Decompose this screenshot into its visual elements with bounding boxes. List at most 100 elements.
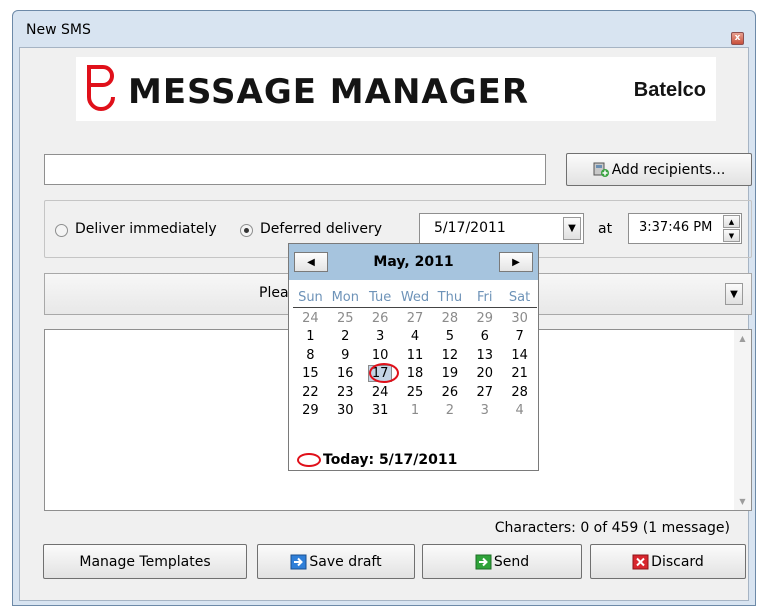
calendar-day[interactable]: 28: [502, 384, 537, 403]
day-of-week: Sun: [298, 290, 323, 305]
send-icon: [475, 554, 492, 569]
calendar-day[interactable]: 13: [467, 347, 502, 366]
deliver-immediately-radio[interactable]: [55, 224, 68, 237]
calendar-day[interactable]: 3: [363, 328, 398, 347]
week-row: 15 16 17 18 19 20 21: [293, 363, 537, 384]
calendar-day[interactable]: 20: [467, 365, 502, 384]
calendar-day[interactable]: 7: [502, 328, 537, 347]
brand-name: Batelco: [633, 79, 706, 101]
day-of-week: Tue: [369, 290, 392, 305]
today-link[interactable]: Today: 5/17/2011: [323, 452, 457, 468]
calendar-day[interactable]: 1: [293, 328, 328, 347]
calendar-day[interactable]: 30: [328, 402, 363, 421]
calendar-day[interactable]: 27: [467, 384, 502, 403]
week-row: 22 23 24 25 26 27 28: [293, 384, 537, 403]
calendar-day-selected[interactable]: 17: [363, 363, 399, 384]
calendar-day[interactable]: 2: [432, 402, 467, 421]
deferred-delivery-label: Deferred delivery: [260, 221, 383, 237]
deliver-immediately-label: Deliver immediately: [75, 221, 217, 237]
day-of-week: Fri: [476, 290, 493, 305]
deferred-delivery-radio[interactable]: [240, 224, 253, 237]
calendar-day[interactable]: 28: [432, 310, 467, 329]
calendar-grid: Sun Mon Tue Wed Thu Fri Sat 24 25 26 27 …: [293, 289, 537, 421]
message-scrollbar[interactable]: ▲ ▼: [734, 330, 751, 510]
calendar-day[interactable]: 18: [398, 365, 433, 384]
close-icon[interactable]: x: [731, 32, 744, 45]
day-of-week: Wed: [400, 290, 430, 305]
calendar-day[interactable]: 24: [363, 384, 398, 403]
calendar-day[interactable]: 29: [293, 402, 328, 421]
calendar-day[interactable]: 19: [432, 365, 467, 384]
add-recipients-button[interactable]: Add recipients...: [566, 153, 752, 186]
day-of-week: Thu: [437, 290, 463, 305]
week-row: 8 9 10 11 12 13 14: [293, 347, 537, 366]
recipients-input[interactable]: [44, 154, 546, 185]
calendar-day[interactable]: 4: [502, 402, 537, 421]
banner: MESSAGE MANAGER Batelco: [76, 57, 716, 121]
day-of-week-row: Sun Mon Tue Wed Thu Fri Sat: [293, 289, 537, 308]
delivery-time-input[interactable]: 3:37:46 PM ▲ ▼: [628, 213, 742, 244]
calendar-day[interactable]: 26: [363, 310, 398, 329]
title-bar: New SMS x: [13, 11, 755, 45]
save-draft-button[interactable]: Save draft: [257, 544, 415, 579]
today-circle: [368, 363, 399, 383]
logo-icon: [87, 65, 115, 111]
calendar-day[interactable]: 15: [293, 365, 328, 384]
calendar-day[interactable]: 29: [467, 310, 502, 329]
send-button[interactable]: Send: [422, 544, 582, 579]
calendar-day[interactable]: 1: [398, 402, 433, 421]
discard-button[interactable]: Discard: [590, 544, 746, 579]
scroll-up-icon[interactable]: ▲: [734, 330, 751, 347]
add-recipients-label: Add recipients...: [611, 161, 726, 178]
calendar-day[interactable]: 9: [328, 347, 363, 366]
calendar-day[interactable]: 5: [432, 328, 467, 347]
day-of-week: Mon: [331, 290, 359, 305]
save-draft-icon: [290, 554, 307, 569]
calendar-day[interactable]: 25: [398, 384, 433, 403]
calendar-day[interactable]: 12: [432, 347, 467, 366]
calendar-day[interactable]: 16: [328, 365, 363, 384]
calendar-day[interactable]: 25: [328, 310, 363, 329]
scroll-down-icon[interactable]: ▼: [734, 493, 751, 510]
calendar-day[interactable]: 23: [328, 384, 363, 403]
calendar-day[interactable]: 27: [398, 310, 433, 329]
calendar-day[interactable]: 26: [432, 384, 467, 403]
time-up-icon[interactable]: ▲: [723, 215, 740, 228]
discard-label: Discard: [651, 553, 704, 570]
window-title: New SMS: [26, 22, 91, 38]
today-marker-icon: [297, 453, 321, 467]
week-row: 24 25 26 27 28 29 30: [293, 310, 537, 329]
calendar-day[interactable]: 24: [293, 310, 328, 329]
calendar-day[interactable]: 14: [502, 347, 537, 366]
time-down-icon[interactable]: ▼: [723, 229, 740, 242]
calendar-day[interactable]: 2: [328, 328, 363, 347]
day-of-week: Sat: [508, 290, 531, 305]
character-count: Characters: 0 of 459 (1 message): [494, 520, 730, 536]
chevron-down-icon[interactable]: ▼: [725, 283, 743, 305]
at-label: at: [598, 221, 613, 237]
app-name: MESSAGE MANAGER: [128, 72, 530, 112]
calendar-day[interactable]: 11: [398, 347, 433, 366]
discard-icon: [632, 554, 649, 569]
calendar-day[interactable]: 22: [293, 384, 328, 403]
delivery-time-value: 3:37:46 PM: [639, 220, 713, 235]
delivery-date-value: 5/17/2011: [434, 220, 506, 236]
chevron-down-icon[interactable]: ▼: [563, 217, 581, 240]
save-draft-label: Save draft: [309, 553, 382, 570]
chevron-right-icon[interactable]: ▶: [499, 252, 533, 272]
calendar-day[interactable]: 21: [502, 365, 537, 384]
send-label: Send: [493, 553, 530, 570]
calendar-day[interactable]: 6: [467, 328, 502, 347]
delivery-date-picker[interactable]: 5/17/2011 ▼: [419, 213, 584, 244]
calendar-day[interactable]: 30: [502, 310, 537, 329]
date-picker-calendar: ◀ May, 2011 ▶ Sun Mon Tue Wed Thu Fri Sa…: [288, 243, 539, 471]
calendar-day[interactable]: 31: [363, 402, 398, 421]
manage-templates-label: Manage Templates: [79, 553, 211, 570]
manage-templates-button[interactable]: Manage Templates: [43, 544, 247, 579]
calendar-day[interactable]: 4: [398, 328, 433, 347]
week-row: 29 30 31 1 2 3 4: [293, 402, 537, 421]
calendar-day[interactable]: 3: [467, 402, 502, 421]
calendar-header: ◀ May, 2011 ▶: [289, 244, 538, 280]
calendar-day[interactable]: 8: [293, 347, 328, 366]
week-row: 1 2 3 4 5 6 7: [293, 328, 537, 347]
